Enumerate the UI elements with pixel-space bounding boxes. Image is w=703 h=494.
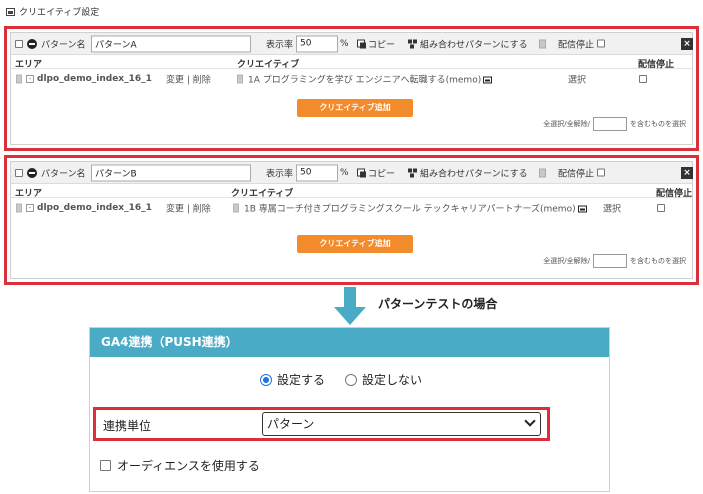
creative-drag-icon[interactable] (233, 203, 239, 213)
pattern-a-panel: パターン名 パターンA 表示率 50 % コピー 組み合わせパターンにする 配信… (10, 32, 693, 145)
stop-label: 配信停止 (558, 40, 595, 50)
filter-suffix: を含むものを選択 (630, 257, 686, 265)
pattern-b-select-checkbox[interactable] (15, 168, 23, 177)
filter-suffix: を含むものを選択 (630, 120, 686, 128)
pattern-name-label: パターン名 (41, 169, 86, 179)
rate-input[interactable]: 50 (296, 35, 338, 52)
rate-unit: % (340, 38, 349, 49)
drag-handle-icon[interactable] (16, 203, 22, 213)
radio-disable-label[interactable]: 設定しない (362, 371, 422, 388)
pattern-name-input[interactable]: パターンB (91, 164, 251, 181)
chevron-down-icon (524, 415, 536, 427)
stop-delivery-toggle[interactable]: 配信停止 (558, 37, 606, 50)
copy-icon (357, 39, 366, 48)
close-button[interactable]: × (681, 166, 693, 179)
combo-icon (408, 168, 418, 177)
rate-label: 表示率 (266, 40, 294, 50)
memo-icon[interactable] (483, 76, 493, 84)
audience-checkbox[interactable] (100, 460, 111, 471)
down-arrow-icon (334, 287, 366, 325)
pattern-name-label: パターン名 (41, 40, 86, 50)
combo-icon (408, 39, 418, 48)
select-all-filter: 全選択/全解除/ を含むものを選択 (543, 254, 686, 268)
copy-icon (357, 168, 366, 177)
close-button[interactable]: × (681, 37, 693, 50)
unit-highlight: 連携単位 パターン (93, 407, 550, 441)
select-all-filter: 全選択/全解除/ を含むものを選択 (543, 117, 686, 131)
select-link[interactable]: 選択 (568, 73, 586, 86)
section-title-text: クリエイティブ設定 (19, 8, 100, 18)
rate-input[interactable]: 50 (296, 164, 338, 181)
pattern-a-highlight: パターン名 パターンA 表示率 50 % コピー 組み合わせパターンにする 配信… (4, 26, 699, 151)
creative-drag-icon[interactable] (237, 74, 243, 84)
stop-checkbox[interactable] (597, 168, 606, 177)
unit-label: 連携単位 (103, 419, 152, 433)
copy-label: コピー (368, 40, 396, 50)
select-all-link[interactable]: 全選択/全解除/ (543, 119, 590, 129)
combo-label: 組み合わせパターンにする (420, 40, 528, 50)
creative-name: 1A プログラミングを学び エンジニアへ転職する(memo) (248, 73, 493, 86)
ga4-radio-group: 設定する 設定しない (260, 371, 422, 388)
table-row: - dlpo_demo_index_16_1 変更 | 削除 1B 専属コーチ付… (11, 198, 692, 218)
expand-icon[interactable]: - (26, 75, 34, 83)
row-stop-checkbox[interactable] (639, 75, 647, 83)
pattern-b-panel: パターン名 パターンB 表示率 50 % コピー 組み合わせパターンにする 配信… (10, 161, 693, 279)
unit-select[interactable]: パターン (262, 412, 541, 436)
creative-name-text: 1B 専属コーチ付きプログラミングスクール テックキャリアパートナーズ(memo… (244, 204, 576, 215)
radio-enable-label[interactable]: 設定する (277, 371, 325, 388)
creative-name: 1B 専属コーチ付きプログラミングスクール テックキャリアパートナーズ(memo… (244, 202, 587, 215)
audience-label[interactable]: オーディエンスを使用する (117, 457, 260, 474)
collapse-icon[interactable] (27, 38, 37, 49)
section-title: クリエイティブ設定 (6, 5, 99, 18)
ga4-panel: GA4連携（PUSH連携） 設定する 設定しない 連携単位 パターン オーディエ… (89, 327, 610, 492)
rate-label: 表示率 (266, 169, 294, 179)
table-header: エリア クリエイティブ 配信停止 (11, 55, 692, 70)
page-icon (539, 168, 546, 177)
stop-label: 配信停止 (558, 169, 595, 179)
memo-icon[interactable] (577, 205, 587, 213)
combo-pattern-button[interactable]: 組み合わせパターンにする (408, 166, 528, 179)
filter-input[interactable] (593, 254, 627, 268)
audience-row: オーディエンスを使用する (100, 457, 260, 474)
row-stop-checkbox[interactable] (657, 204, 665, 212)
display-icon (6, 7, 15, 16)
copy-button[interactable]: コピー (357, 166, 395, 179)
pattern-a-select-checkbox[interactable] (15, 39, 23, 48)
collapse-icon[interactable] (27, 167, 37, 178)
combo-pattern-button[interactable]: 組み合わせパターンにする (408, 37, 528, 50)
pattern-b-header: パターン名 パターンB 表示率 50 % コピー 組み合わせパターンにする 配信… (11, 162, 693, 184)
add-creative-button[interactable]: クリエイティブ追加 (297, 99, 413, 117)
select-link[interactable]: 選択 (603, 202, 621, 215)
stop-delivery-toggle[interactable]: 配信停止 (558, 166, 606, 179)
edit-delete-links[interactable]: 変更 | 削除 (166, 202, 211, 215)
copy-label: コピー (368, 169, 396, 179)
table-row: - dlpo_demo_index_16_1 変更 | 削除 1A プログラミン… (11, 69, 692, 89)
area-name: dlpo_demo_index_16_1 (37, 203, 152, 213)
radio-disable[interactable] (345, 373, 358, 386)
radio-enable[interactable] (260, 373, 272, 386)
pattern-a-header: パターン名 パターンA 表示率 50 % コピー 組み合わせパターンにする 配信… (11, 33, 693, 55)
ga4-header: GA4連携（PUSH連携） (90, 328, 609, 357)
add-creative-button[interactable]: クリエイティブ追加 (297, 235, 413, 253)
edit-delete-links[interactable]: 変更 | 削除 (166, 73, 211, 86)
stop-checkbox[interactable] (597, 39, 606, 48)
page-icon (539, 39, 546, 48)
pattern-name-input[interactable]: パターンA (91, 35, 251, 52)
creative-name-text: 1A プログラミングを学び エンジニアへ転職する(memo) (248, 75, 482, 86)
table-header: エリア クリエイティブ 配信停止 (11, 184, 692, 199)
unit-select-value: パターン (267, 417, 315, 431)
drag-handle-icon[interactable] (16, 74, 22, 84)
rate-unit: % (340, 167, 349, 178)
arrow-caption: パターンテストの場合 (378, 297, 498, 311)
copy-button[interactable]: コピー (357, 37, 395, 50)
area-name: dlpo_demo_index_16_1 (37, 74, 152, 84)
pattern-b-highlight: パターン名 パターンB 表示率 50 % コピー 組み合わせパターンにする 配信… (4, 155, 699, 285)
expand-icon[interactable]: - (26, 204, 34, 212)
filter-input[interactable] (593, 117, 627, 131)
select-all-link[interactable]: 全選択/全解除/ (543, 256, 590, 266)
combo-label: 組み合わせパターンにする (420, 169, 528, 179)
